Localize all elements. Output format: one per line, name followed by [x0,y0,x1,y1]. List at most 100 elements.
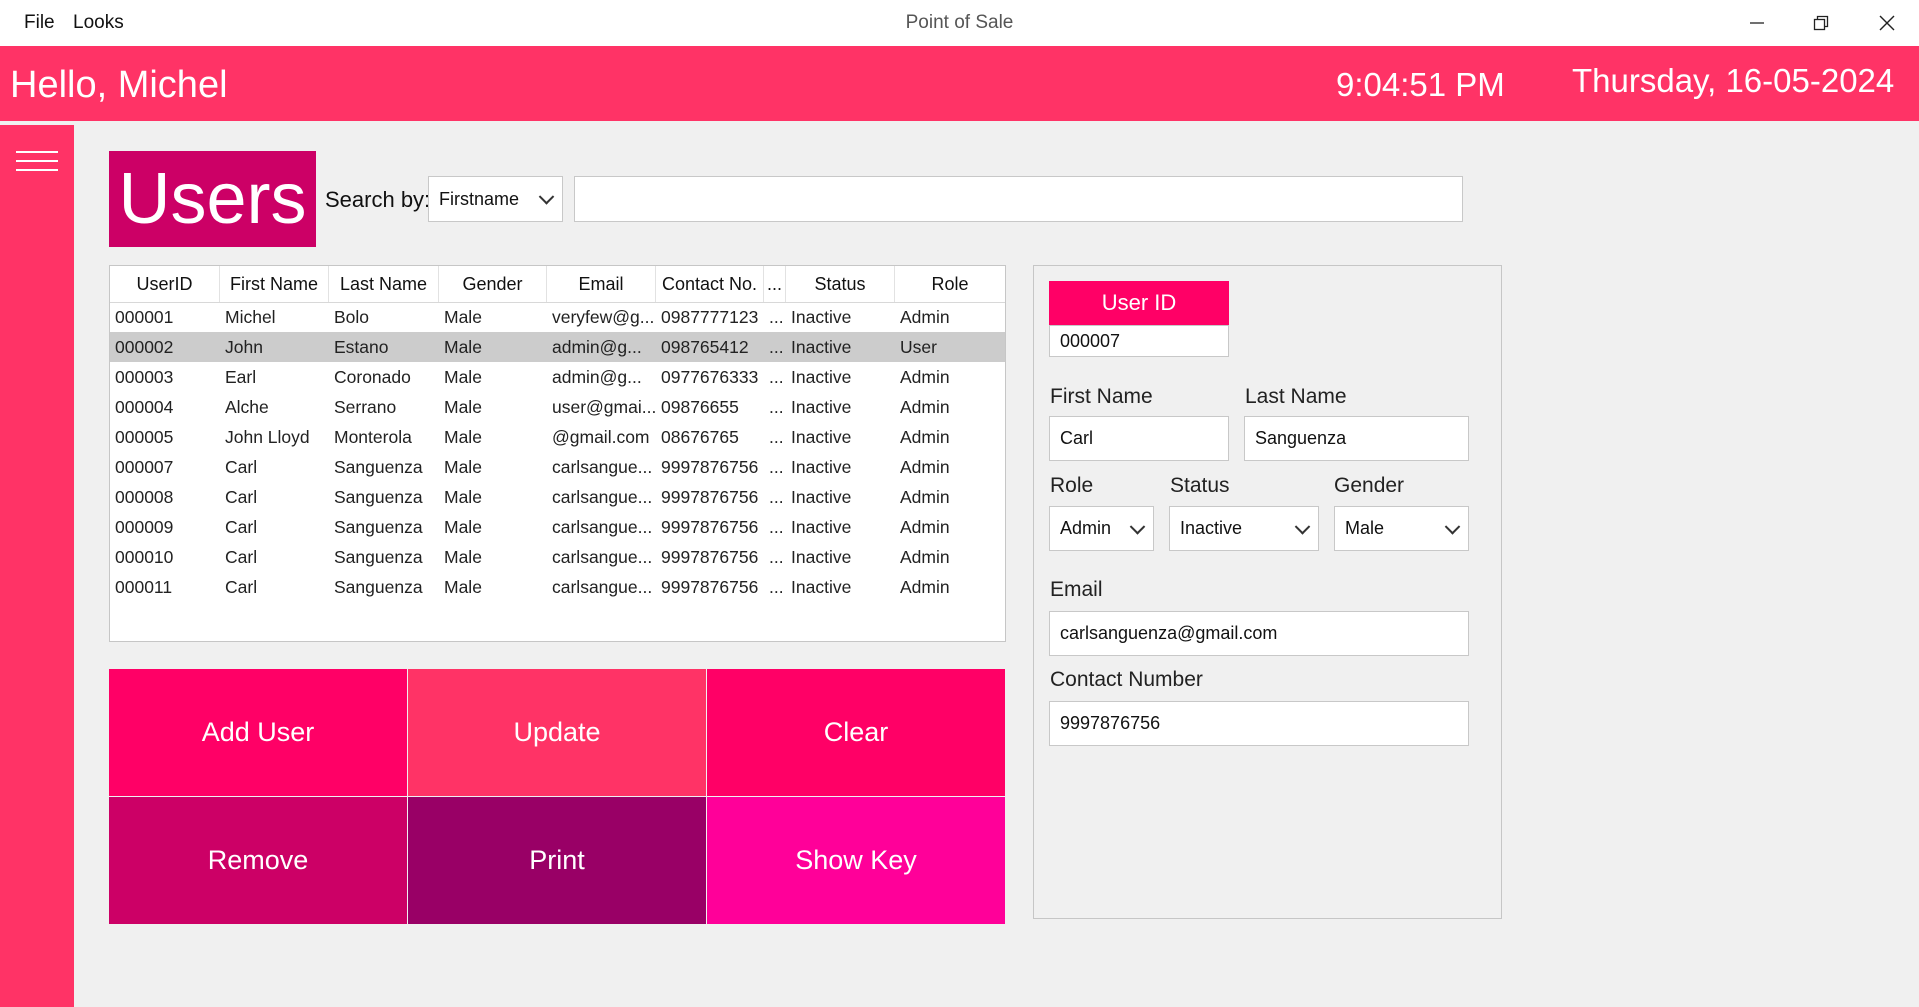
close-button[interactable] [1856,0,1918,46]
minimize-button[interactable] [1726,0,1788,46]
table-cell: 000002 [115,336,174,357]
table-cell: carlsangue... [552,546,653,567]
restore-button[interactable] [1790,0,1852,46]
table-row[interactable]: 000010 Carl Sanguenza Male carlsangue... 9997… [110,542,1005,572]
table-row[interactable]: 000005 John Lloyd Monterola Male @gmail.com 0… [110,422,1005,452]
column-header-email[interactable]: Email [547,266,656,302]
column-header-contact[interactable]: Contact No. [656,266,764,302]
restore-icon [1813,15,1829,31]
column-header-userid[interactable]: UserID [110,266,220,302]
search-input[interactable] [574,176,1463,222]
first-name-label: First Name [1050,385,1153,408]
table-cell: Sanguenza [334,576,423,597]
table-cell: 000004 [115,396,174,417]
action-buttons: Add User Update Clear Remove Print Show … [109,669,1006,924]
table-row[interactable]: 000009 Carl Sanguenza Male carlsangue... 9997… [110,512,1005,542]
table-header: UserID First Name Last Name Gender Email… [110,266,1005,303]
table-cell: Inactive [791,396,852,417]
user-id-field[interactable]: 000007 [1049,325,1229,357]
search-by-dropdown[interactable]: Firstname [428,176,563,222]
table-row[interactable]: 000001 Michel Bolo Male veryfew@g... 09877771… [110,302,1005,332]
column-header-gender[interactable]: Gender [439,266,547,302]
close-icon [1879,15,1895,31]
sidebar [0,125,74,1007]
table-cell: Inactive [791,456,852,477]
table-cell: 9997876756 [661,546,759,567]
table-cell: ... [769,396,784,417]
gender-label: Gender [1334,474,1405,497]
table-cell: 09876655 [661,396,739,417]
contact-number-field[interactable]: 9997876756 [1049,701,1469,746]
table-cell: John [225,336,263,357]
date-display: Thursday, 16-05-2024 [1572,62,1895,99]
table-cell: Alche [225,396,269,417]
gender-value: Male [1345,518,1385,538]
table-row[interactable]: 000004 Alche Serrano Male user@gmai... 098766… [110,392,1005,422]
table-cell: carlsangue... [552,486,653,507]
table-cell: Admin [900,306,950,327]
table-cell: Earl [225,366,257,387]
column-header-last-name[interactable]: Last Name [329,266,439,302]
table-cell: ... [769,426,784,447]
table-cell: user@gmai... [552,396,656,417]
column-header-status[interactable]: Status [786,266,895,302]
first-name-field[interactable]: Carl [1049,416,1229,461]
table-cell: Male [444,486,482,507]
table-cell: 000001 [115,306,174,327]
table-cell: Male [444,366,482,387]
window-title: Point of Sale [905,12,1014,33]
remove-button[interactable]: Remove [109,797,407,924]
table-cell: Carl [225,576,258,597]
column-header-extra[interactable]: ... [764,266,786,302]
menu-file[interactable]: File [24,12,55,34]
role-value: Admin [1060,518,1112,538]
search-by-value: Firstname [439,188,520,209]
table-cell: Male [444,396,482,417]
table-row[interactable]: 000008 Carl Sanguenza Male carlsangue... 9997… [110,482,1005,512]
table-cell: ... [769,486,784,507]
update-button[interactable]: Update [408,669,706,796]
clear-button[interactable]: Clear [707,669,1005,796]
email-field[interactable]: carlsanguenza@gmail.com [1049,611,1469,656]
menu-looks[interactable]: Looks [73,12,124,34]
table-cell: Male [444,576,482,597]
table-cell: Inactive [791,366,852,387]
table-cell: 000007 [115,456,174,477]
table-cell: ... [769,546,784,567]
table-cell: carlsangue... [552,516,653,537]
column-header-first-name[interactable]: First Name [220,266,329,302]
column-header-role[interactable]: Role [895,266,1005,302]
hamburger-menu-icon[interactable] [16,151,58,173]
table-cell: Inactive [791,336,852,357]
table-row[interactable]: 000002 John Estano Male admin@g... 098765412.… [110,332,1005,362]
users-table[interactable]: UserID First Name Last Name Gender Email… [109,265,1006,642]
gender-dropdown[interactable]: Male [1334,506,1469,551]
last-name-field[interactable]: Sanguenza [1244,416,1469,461]
greeting: Hello, Michel [10,64,228,106]
minimize-icon [1750,22,1764,24]
table-cell: Admin [900,456,950,477]
table-cell: ... [769,336,784,357]
table-cell: Male [444,306,482,327]
table-cell: Admin [900,396,950,417]
table-cell: Inactive [791,426,852,447]
status-dropdown[interactable]: Inactive [1169,506,1319,551]
role-dropdown[interactable]: Admin [1049,506,1154,551]
table-row[interactable]: 000007 Carl Sanguenza Male carlsangue... 9997… [110,452,1005,482]
table-cell: Admin [900,576,950,597]
table-cell: Male [444,426,482,447]
table-row[interactable]: 000011 Carl Sanguenza Male carlsangue... 9997… [110,572,1005,602]
table-cell: admin@g... [552,366,642,387]
table-cell: John Lloyd [225,426,310,447]
table-cell: Coronado [334,366,411,387]
table-cell: admin@g... [552,336,642,357]
table-row[interactable]: 000003 Earl Coronado Male admin@g... 09776763… [110,362,1005,392]
print-button[interactable]: Print [408,797,706,924]
chevron-down-icon [538,189,555,205]
add-user-button[interactable]: Add User [109,669,407,796]
table-cell: 098765412 [661,336,749,357]
show-key-button[interactable]: Show Key [707,797,1005,924]
last-name-label: Last Name [1245,385,1347,408]
table-cell: Serrano [334,396,397,417]
table-cell: @gmail.com [552,426,650,447]
